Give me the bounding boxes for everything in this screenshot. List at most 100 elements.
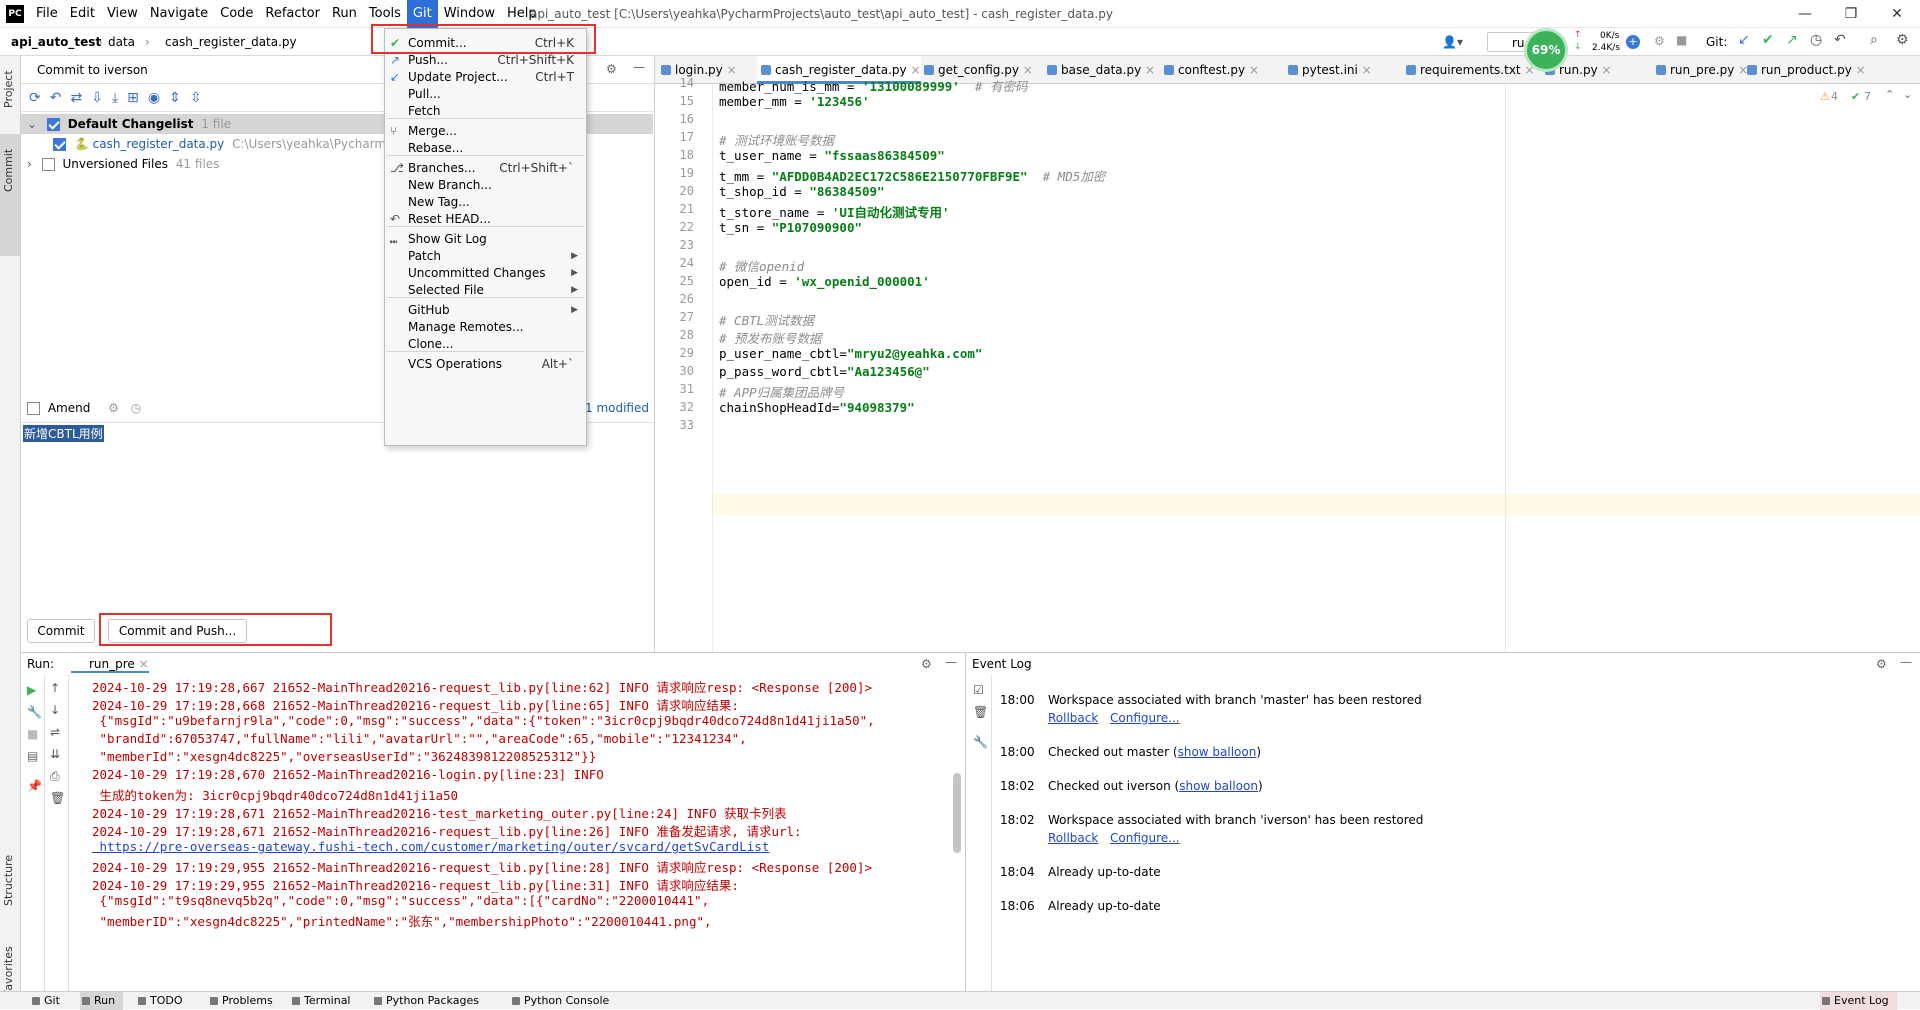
settings-gear-icon[interactable]: ⚙ [1876,657,1887,671]
unversioned-checkbox[interactable] [41,158,55,171]
chevron-right-icon[interactable]: › [27,157,32,171]
maximize-button[interactable]: ❐ [1828,0,1874,28]
show-balloon-link[interactable]: show balloon [1179,779,1258,793]
show-balloon-link[interactable]: show balloon [1178,745,1257,759]
rollback-link[interactable]: Rollback [1048,711,1098,725]
menu-run[interactable]: Run [326,0,363,28]
settings-gear-icon[interactable]: ⚙ [1896,32,1909,48]
statusbar-problems[interactable]: Problems [208,992,273,1010]
close-icon[interactable]: × [1852,63,1866,77]
close-icon[interactable]: × [1598,63,1612,77]
amend-option[interactable]: Amend ⚙ ◷ [27,398,141,418]
close-icon[interactable]: × [1245,63,1259,77]
statusbar-python-console[interactable]: Python Console [510,992,609,1010]
statusbar-event-log[interactable]: Event Log [1820,992,1897,1010]
menu-file[interactable]: File [30,0,64,28]
chevron-down-icon[interactable]: ⌄ [27,117,37,131]
git-menu-rebase[interactable]: Rebase... [385,138,586,159]
close-icon[interactable]: × [1358,63,1372,77]
warning-icon[interactable]: ⚠ [1820,90,1830,103]
settings-gear-icon[interactable]: ⚙ [921,657,932,671]
git-menu-reset-head[interactable]: ↶ Reset HEAD... [385,209,586,230]
git-menu-clone[interactable]: Clone... [385,334,586,355]
git-menu-fetch[interactable]: Fetch [385,101,586,122]
amend-checkbox[interactable] [27,402,40,415]
layout-icon[interactable]: ▤ [27,749,38,763]
rollback-link[interactable]: Rollback [1048,831,1098,845]
close-icon[interactable]: × [139,657,149,671]
menu-view[interactable]: View [101,0,144,28]
commit-tool-tab[interactable]: Commit [2,149,15,192]
menu-code[interactable]: Code [214,0,259,28]
statusbar-todo[interactable]: TODO [136,992,183,1010]
expand-all-icon[interactable]: ⇕ [169,90,181,106]
statusbar-python-packages[interactable]: Python Packages [372,992,479,1010]
wrench-icon[interactable]: 🔧 [973,735,988,749]
commit-button[interactable]: Commit [27,619,95,643]
menu-edit[interactable]: Edit [64,0,101,28]
wrench-icon[interactable]: 🔧 [27,705,42,719]
file-checkbox[interactable] [53,138,66,151]
down-arrow-icon[interactable]: ↓ [50,703,60,717]
breadcrumb-folder[interactable]: data [108,28,135,56]
commit-message-input[interactable]: 新增CBTL用例 [21,422,654,612]
scroll-to-end-icon[interactable]: ⇊ [50,747,60,761]
hide-panel-icon[interactable]: — [633,60,645,74]
git-commit-icon[interactable]: ✔ [1762,32,1774,48]
console-scrollbar[interactable] [953,773,961,853]
favorites-tool-tab[interactable]: Favorites [2,946,15,996]
history-icon[interactable]: ◷ [131,401,141,415]
group-by-icon[interactable]: ⊞ [127,90,139,106]
project-tool-tab[interactable]: Project [2,70,15,108]
settings-gear-icon[interactable]: ⚙ [606,62,617,76]
close-icon[interactable]: × [1019,63,1033,77]
search-icon[interactable]: ⌕ [1870,32,1878,48]
soft-wrap-icon[interactable]: ⇌ [50,725,60,739]
git-menu-vcs-operations[interactable]: VCS Operations Alt+` [385,354,586,375]
history-icon[interactable]: ◷ [1810,32,1822,48]
chevron-down-icon[interactable]: ⌄ [1903,88,1912,101]
rollback-icon[interactable]: ↶ [50,90,62,106]
menu-refactor[interactable]: Refactor [259,0,326,28]
breadcrumb-file[interactable]: cash_register_data.py [165,28,297,56]
trash-icon[interactable]: 🗑 [973,705,988,719]
unversioned-files-row[interactable]: › Unversioned Files 41 files [21,154,219,174]
hide-panel-icon[interactable]: — [945,655,957,669]
breadcrumb-project[interactable]: api_auto_test [11,28,101,56]
statusbar-run[interactable]: Run [80,992,124,1010]
editor-tab-run-product-py[interactable]: run_product.py × [1743,56,1866,84]
changed-file-row[interactable]: 🐍 cash_register_data.py C:\Users\yeahka\… [21,134,386,154]
editor-tab-pytest-ini[interactable]: pytest.ini × [1284,56,1372,84]
shelve-icon[interactable]: ⇩ [91,90,103,106]
log-link[interactable]: https://pre-overseas-gateway.fushi-tech.… [92,839,770,854]
git-push-icon[interactable]: ↗ [1786,32,1798,48]
editor-tab-base-data-py[interactable]: base_data.py × [1043,56,1155,84]
diff-icon[interactable]: ⇄ [70,90,82,106]
add-icon[interactable]: + [1626,35,1640,49]
unshelve-icon[interactable]: ⤓ [112,90,118,106]
ok-check-icon[interactable]: ✔ [1851,90,1860,103]
statusbar-git[interactable]: Git [30,992,60,1010]
hide-panel-icon[interactable]: — [1900,655,1912,669]
configure-link[interactable]: Configure... [1110,831,1180,845]
chevron-up-icon[interactable]: ⌃ [1885,88,1894,101]
rerun-icon[interactable]: ▶ [27,683,36,697]
git-update-icon[interactable]: ↙ [1738,32,1750,48]
run-tab[interactable]: run_pre × [71,657,149,673]
editor-tab-requirements-txt[interactable]: requirements.txt × [1402,56,1535,84]
pin-icon[interactable]: 📌 [27,779,42,793]
configure-link[interactable]: Configure... [1110,711,1180,725]
close-icon[interactable]: × [907,63,920,77]
minimize-button[interactable]: — [1782,0,1828,28]
debug-icon[interactable]: ⚙ [1654,34,1665,48]
editor-tab-run-pre-py[interactable]: run_pre.py × [1652,56,1748,84]
up-arrow-icon[interactable]: ↑ [50,681,60,695]
close-icon[interactable]: × [723,63,737,77]
statusbar-terminal[interactable]: Terminal [290,992,351,1010]
rollback-icon[interactable]: ↶ [1834,32,1846,48]
git-menu-selected-file[interactable]: Selected File ▶ [385,280,586,301]
refresh-icon[interactable]: ⟳ [29,90,41,106]
mark-read-icon[interactable]: ☑ [973,683,984,697]
view-options-icon[interactable]: ◉ [148,90,160,106]
collapse-all-icon[interactable]: ⇳ [190,90,202,106]
